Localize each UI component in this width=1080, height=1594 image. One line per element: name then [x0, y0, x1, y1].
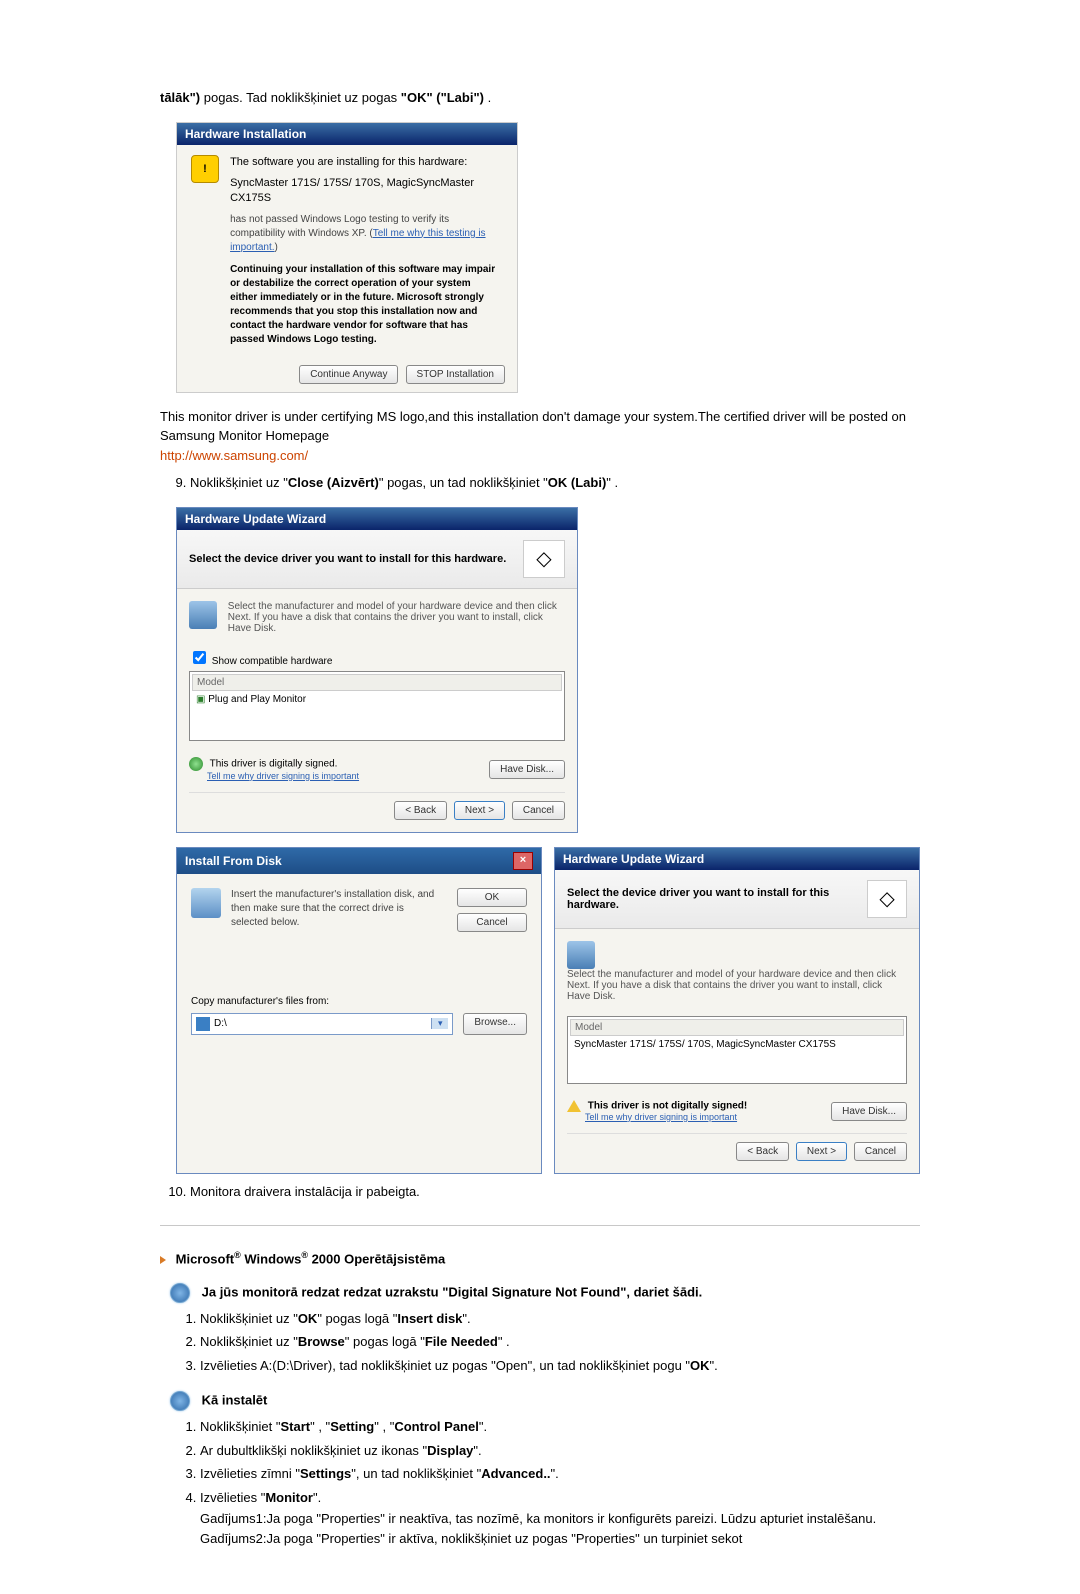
model-listbox[interactable]: Model SyncMaster 171S/ 175S/ 170S, Magic…	[567, 1016, 907, 1084]
cancel-button[interactable]: Cancel	[512, 801, 565, 820]
divider	[160, 1225, 920, 1226]
ds-heading: Ja jūs monitorā redzat redzat uzrakstu "…	[170, 1283, 920, 1303]
have-disk-button[interactable]: Have Disk...	[489, 760, 565, 779]
unsigned-icon	[567, 1100, 581, 1112]
list-item: Izvēlieties "Monitor". Gadījums1:Ja poga…	[200, 1488, 920, 1549]
intro-text: tālāk") pogas. Tad noklikšķiniet uz poga…	[160, 88, 920, 108]
dialog-titlebar: Hardware Update Wizard	[555, 848, 919, 870]
update-wizard-2: Hardware Update Wizard Select the device…	[554, 847, 920, 1174]
disk-icon	[567, 941, 595, 969]
disk-icon	[189, 601, 217, 629]
path-select[interactable]: D:\ ▾	[191, 1013, 453, 1035]
ok-button[interactable]: OK	[457, 888, 527, 907]
cancel-button[interactable]: Cancel	[854, 1142, 907, 1161]
device-icon: ◇	[867, 880, 907, 918]
step-10: Monitora draivera instalācija ir pabeigt…	[190, 1182, 920, 1202]
stop-installation-button[interactable]: STOP Installation	[406, 365, 505, 384]
model-listbox[interactable]: Model ▣ Plug and Play Monitor	[189, 671, 565, 741]
install-from-disk-dialog: Install From Disk × Insert the manufactu…	[176, 847, 542, 1174]
drive-icon	[196, 1017, 210, 1031]
samsung-link[interactable]: http://www.samsung.com/	[160, 448, 308, 463]
list-item: Ar dubultklikšķi noklikšķiniet uz ikonas…	[200, 1441, 920, 1461]
warning-icon: !	[191, 155, 219, 183]
signed-icon	[189, 757, 203, 771]
gear-icon	[170, 1391, 190, 1411]
arrow-icon	[160, 1256, 166, 1264]
update-wizard-1: Hardware Update Wizard Select the device…	[176, 507, 578, 833]
list-item: Izvēlieties zīmni "Settings", un tad nok…	[200, 1464, 920, 1484]
step-9: Noklikšķiniet uz "Close (Aizvērt)" pogas…	[190, 473, 920, 493]
os-heading: Microsoft® Windows® 2000 Operētājsistēma	[160, 1250, 920, 1266]
next-button[interactable]: Next >	[454, 801, 505, 820]
inst-heading: Kā instalēt	[170, 1391, 920, 1411]
back-button[interactable]: < Back	[394, 801, 447, 820]
list-item: Noklikšķiniet uz "OK" pogas logā "Insert…	[200, 1309, 920, 1329]
signing-link[interactable]: Tell me why driver signing is important	[207, 771, 359, 781]
hardware-install-dialog: Hardware Installation ! The software you…	[176, 122, 518, 393]
list-item: Izvēlieties A:(D:\Driver), tad noklikšķi…	[200, 1356, 920, 1376]
dialog-titlebar: Hardware Installation	[177, 123, 517, 145]
close-icon[interactable]: ×	[513, 852, 533, 870]
next-button[interactable]: Next >	[796, 1142, 847, 1161]
have-disk-button[interactable]: Have Disk...	[831, 1102, 907, 1121]
gear-icon	[170, 1283, 190, 1303]
continue-anyway-button[interactable]: Continue Anyway	[299, 365, 398, 384]
cert-note: This monitor driver is under certifying …	[160, 407, 920, 466]
list-item: Noklikšķiniet "Start" , "Setting" , "Con…	[200, 1417, 920, 1437]
list-item: Noklikšķiniet uz "Browse" pogas logā "Fi…	[200, 1332, 920, 1352]
compatible-checkbox[interactable]	[193, 651, 206, 664]
cancel-button[interactable]: Cancel	[457, 913, 527, 932]
disk-icon	[191, 888, 221, 918]
back-button[interactable]: < Back	[736, 1142, 789, 1161]
signing-link[interactable]: Tell me why driver signing is important	[585, 1112, 737, 1122]
browse-button[interactable]: Browse...	[463, 1013, 527, 1035]
dialog-titlebar: Hardware Update Wizard	[177, 508, 577, 530]
chevron-down-icon[interactable]: ▾	[431, 1018, 448, 1029]
device-icon: ◇	[523, 540, 565, 578]
